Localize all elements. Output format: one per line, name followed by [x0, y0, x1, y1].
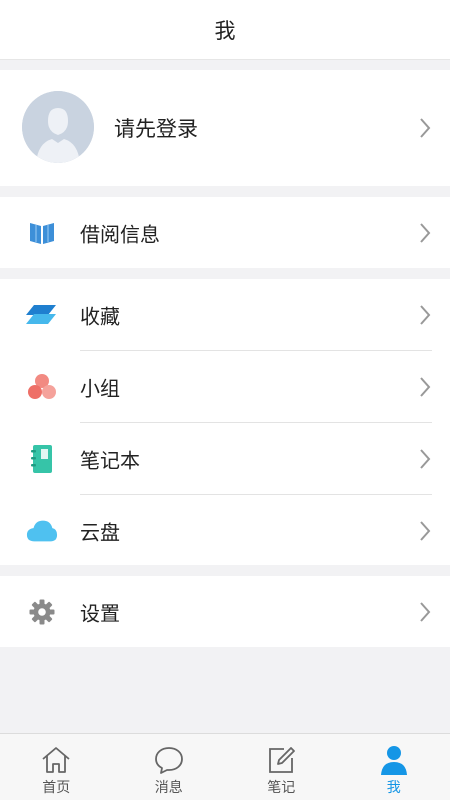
- borrow-info-row[interactable]: 借阅信息: [0, 197, 450, 268]
- tab-notes[interactable]: 笔记: [225, 734, 338, 800]
- page-title: 我: [214, 18, 236, 43]
- list-item-label: 收藏: [80, 304, 120, 328]
- group-icon: [26, 371, 58, 403]
- profile-icon: [380, 746, 407, 775]
- top-bar: 我: [0, 0, 450, 60]
- tab-home[interactable]: 首页: [0, 734, 113, 800]
- chevron-right-icon: [420, 601, 431, 622]
- list-item-label: 云盘: [80, 520, 120, 544]
- chevron-right-icon: [420, 376, 431, 397]
- profile-section: 请先登录: [0, 70, 450, 186]
- tab-messages[interactable]: 消息: [113, 734, 226, 800]
- login-prompt: 请先登录: [114, 117, 198, 141]
- chevron-right-icon: [420, 304, 431, 325]
- login-row[interactable]: 请先登录: [0, 70, 450, 186]
- gear-icon: [26, 596, 58, 628]
- list-item-collection[interactable]: 收藏: [0, 279, 450, 350]
- tab-label: 笔记: [267, 780, 296, 796]
- chevron-right-icon: [420, 118, 431, 138]
- book-icon: [26, 217, 58, 249]
- cloud-drive-icon: [26, 515, 58, 547]
- note-icon: [269, 747, 296, 773]
- feature-list: 收藏 小组 笔记本 云盘: [0, 279, 450, 565]
- tab-label: 首页: [42, 780, 71, 796]
- list-item-label: 小组: [80, 376, 120, 400]
- tab-me[interactable]: 我: [338, 734, 450, 800]
- list-item-group[interactable]: 小组: [0, 351, 450, 422]
- home-icon: [42, 747, 70, 773]
- avatar: [22, 91, 94, 163]
- chevron-right-icon: [420, 222, 431, 243]
- borrow-section: 借阅信息: [0, 197, 450, 268]
- list-item-label: 笔记本: [80, 448, 140, 472]
- borrow-info-label: 借阅信息: [80, 222, 160, 246]
- notebook-icon: [26, 443, 58, 475]
- message-icon: [154, 747, 183, 774]
- list-item-notebook[interactable]: 笔记本: [0, 423, 450, 494]
- default-avatar-icon: [22, 91, 94, 163]
- settings-row[interactable]: 设置: [0, 576, 450, 647]
- settings-section: 设置: [0, 576, 450, 647]
- chevron-right-icon: [420, 520, 431, 541]
- settings-label: 设置: [80, 601, 120, 625]
- tab-label: 消息: [154, 780, 183, 796]
- collection-icon: [26, 299, 58, 331]
- list-item-cloud-drive[interactable]: 云盘: [0, 495, 450, 566]
- chevron-right-icon: [420, 448, 431, 469]
- tab-label: 我: [386, 780, 401, 796]
- bottom-tab-bar: 首页 消息 笔记 我: [0, 733, 450, 800]
